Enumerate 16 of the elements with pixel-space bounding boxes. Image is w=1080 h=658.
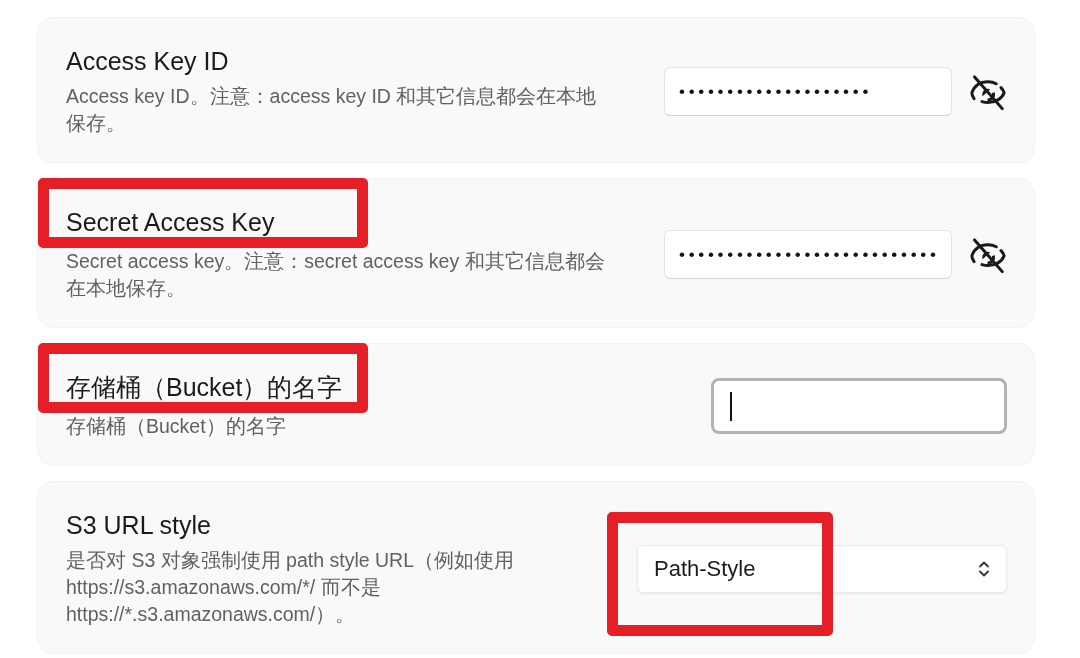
eye-slash-icon[interactable]	[969, 235, 1007, 274]
setting-title: 存储桶（Bucket）的名字	[66, 372, 343, 402]
setting-title: Access Key ID	[66, 46, 229, 76]
eye-slash-icon[interactable]	[969, 72, 1007, 111]
setting-title: Secret Access Key	[66, 207, 275, 237]
setting-title: S3 URL style	[66, 510, 211, 540]
setting-description: Access key ID。注意：access key ID 和其它信息都会在本地保存。	[66, 84, 598, 136]
setting-description: Secret access key。注意：secret access key 和其它信息都会在本地保存。	[66, 249, 606, 301]
text-cursor-icon	[730, 391, 732, 421]
setting-description: 存储桶（Bucket）的名字	[66, 414, 287, 439]
text-field[interactable]	[711, 378, 1007, 434]
setting-description: 是否对 S3 对象强制使用 path style URL（例如使用 https://s3.amazonaws.com/*/ 而不是 https://*.s3.amazonaws.com/）。	[66, 548, 515, 627]
password-field[interactable]: •••••••••••••••••••••••••••	[664, 230, 952, 279]
url-style-select[interactable]: Path-Style	[637, 545, 1007, 593]
password-field[interactable]: ••••••••••••••••••••	[664, 67, 952, 116]
up-down-chevron-icon	[978, 559, 990, 579]
